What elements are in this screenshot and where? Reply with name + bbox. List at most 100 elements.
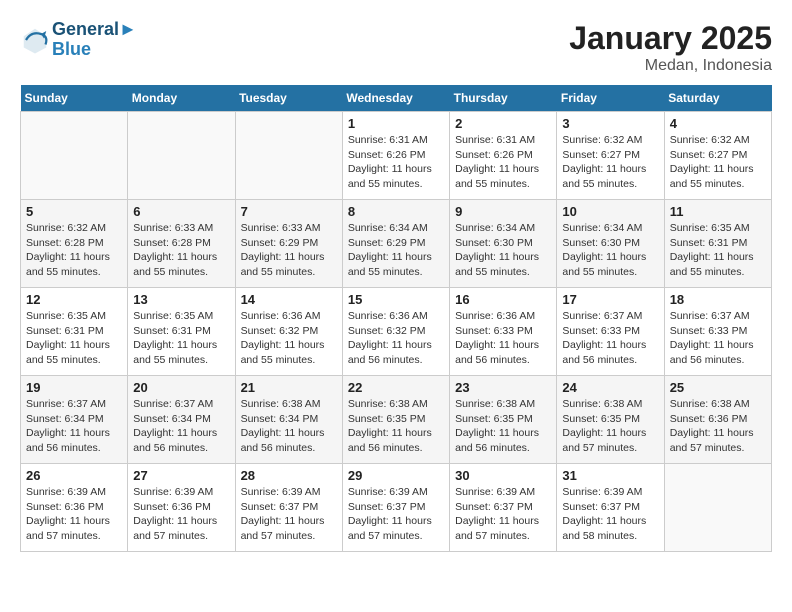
day-num-1-3: 8 (348, 204, 444, 219)
week-row-2: 12 Sunrise: 6:35 AM Sunset: 6:31 PM Dayli… (21, 288, 772, 376)
cell-4-6 (664, 464, 771, 552)
day-info-2-0: Sunrise: 6:35 AM Sunset: 6:31 PM Dayligh… (26, 309, 122, 368)
day-info-3-5: Sunrise: 6:38 AM Sunset: 6:35 PM Dayligh… (562, 397, 658, 456)
day-info-0-6: Sunrise: 6:32 AM Sunset: 6:27 PM Dayligh… (670, 133, 766, 192)
cell-1-1: 6Sunrise: 6:33 AM Sunset: 6:28 PM Daylig… (128, 200, 235, 288)
cell-2-6: 18Sunrise: 6:37 AM Sunset: 6:33 PM Dayli… (664, 288, 771, 376)
cell-4-2: 28 Sunrise: 6:39 AM Sunset: 6:37 PM Dayli… (235, 464, 342, 552)
day-num-3-6: 25 (670, 380, 766, 395)
logo-icon (20, 25, 50, 55)
calendar-table: Sunday Monday Tuesday Wednesday Thursday… (20, 85, 772, 552)
day-num-0-3: 1 (348, 116, 444, 131)
cell-0-4: 2 Sunrise: 6:31 AM Sunset: 6:26 PM Daylig… (450, 112, 557, 200)
weekday-monday: Monday (128, 85, 235, 112)
day-info-3-1: Sunrise: 6:37 AM Sunset: 6:34 PM Dayligh… (133, 397, 229, 456)
day-num-1-6: 11 (670, 204, 766, 219)
day-num-4-2: 28 (241, 468, 337, 483)
day-num-4-0: 26 (26, 468, 122, 483)
day-num-2-3: 15 (348, 292, 444, 307)
cell-2-5: 17Sunrise: 6:37 AM Sunset: 6:33 PM Dayli… (557, 288, 664, 376)
cell-4-3: 29 Sunrise: 6:39 AM Sunset: 6:37 PM Dayli… (342, 464, 449, 552)
cell-0-0 (21, 112, 128, 200)
day-num-1-1: 6 (133, 204, 229, 219)
week-row-1: 5 Sunrise: 6:32 AM Sunset: 6:28 PM Daylig… (21, 200, 772, 288)
week-row-3: 19 Sunrise: 6:37 AM Sunset: 6:34 PM Dayli… (21, 376, 772, 464)
cell-2-0: 12 Sunrise: 6:35 AM Sunset: 6:31 PM Dayli… (21, 288, 128, 376)
day-info-0-5: Sunrise: 6:32 AM Sunset: 6:27 PM Dayligh… (562, 133, 658, 192)
day-info-0-4: Sunrise: 6:31 AM Sunset: 6:26 PM Dayligh… (455, 133, 551, 192)
logo-text: General► Blue (52, 20, 137, 60)
day-num-3-4: 23 (455, 380, 551, 395)
day-num-4-5: 31 (562, 468, 658, 483)
day-info-0-3: Sunrise: 6:31 AM Sunset: 6:26 PM Dayligh… (348, 133, 444, 192)
cell-4-1: 27 Sunrise: 6:39 AM Sunset: 6:36 PM Dayli… (128, 464, 235, 552)
day-info-4-2: Sunrise: 6:39 AM Sunset: 6:37 PM Dayligh… (241, 485, 337, 544)
weekday-thursday: Thursday (450, 85, 557, 112)
cell-4-4: 30 Sunrise: 6:39 AM Sunset: 6:37 PM Dayli… (450, 464, 557, 552)
day-num-0-5: 3 (562, 116, 658, 131)
day-info-1-0: Sunrise: 6:32 AM Sunset: 6:28 PM Dayligh… (26, 221, 122, 280)
day-num-4-4: 30 (455, 468, 551, 483)
day-info-1-6: Sunrise: 6:35 AM Sunset: 6:31 PM Dayligh… (670, 221, 766, 280)
week-row-0: 1 Sunrise: 6:31 AM Sunset: 6:26 PM Daylig… (21, 112, 772, 200)
cell-3-2: 21Sunrise: 6:38 AM Sunset: 6:34 PM Dayli… (235, 376, 342, 464)
week-row-4: 26 Sunrise: 6:39 AM Sunset: 6:36 PM Dayli… (21, 464, 772, 552)
cell-1-0: 5 Sunrise: 6:32 AM Sunset: 6:28 PM Daylig… (21, 200, 128, 288)
day-num-1-0: 5 (26, 204, 122, 219)
cell-1-6: 11 Sunrise: 6:35 AM Sunset: 6:31 PM Dayli… (664, 200, 771, 288)
cell-1-4: 9 Sunrise: 6:34 AM Sunset: 6:30 PM Daylig… (450, 200, 557, 288)
day-num-2-1: 13 (133, 292, 229, 307)
logo: General► Blue (20, 20, 137, 60)
day-num-3-3: 22 (348, 380, 444, 395)
day-num-1-5: 10 (562, 204, 658, 219)
cell-2-2: 14Sunrise: 6:36 AM Sunset: 6:32 PM Dayli… (235, 288, 342, 376)
weekday-tuesday: Tuesday (235, 85, 342, 112)
cell-3-3: 22 Sunrise: 6:38 AM Sunset: 6:35 PM Dayli… (342, 376, 449, 464)
day-info-3-6: Sunrise: 6:38 AM Sunset: 6:36 PM Dayligh… (670, 397, 766, 456)
day-num-3-5: 24 (562, 380, 658, 395)
day-info-2-4: Sunrise: 6:36 AM Sunset: 6:33 PM Dayligh… (455, 309, 551, 368)
day-num-3-1: 20 (133, 380, 229, 395)
cell-4-0: 26 Sunrise: 6:39 AM Sunset: 6:36 PM Dayli… (21, 464, 128, 552)
day-num-4-3: 29 (348, 468, 444, 483)
day-info-1-2: Sunrise: 6:33 AM Sunset: 6:29 PM Dayligh… (241, 221, 337, 280)
day-num-0-4: 2 (455, 116, 551, 131)
page-header: General► Blue January 2025 Medan, Indone… (20, 20, 772, 75)
weekday-saturday: Saturday (664, 85, 771, 112)
day-info-4-0: Sunrise: 6:39 AM Sunset: 6:36 PM Dayligh… (26, 485, 122, 544)
cell-3-5: 24 Sunrise: 6:38 AM Sunset: 6:35 PM Dayli… (557, 376, 664, 464)
day-num-0-6: 4 (670, 116, 766, 131)
day-info-4-4: Sunrise: 6:39 AM Sunset: 6:37 PM Dayligh… (455, 485, 551, 544)
day-num-1-2: 7 (241, 204, 337, 219)
day-info-2-6: Sunrise: 6:37 AM Sunset: 6:33 PM Dayligh… (670, 309, 766, 368)
cell-0-3: 1 Sunrise: 6:31 AM Sunset: 6:26 PM Daylig… (342, 112, 449, 200)
day-num-3-2: 21 (241, 380, 337, 395)
cell-1-3: 8Sunrise: 6:34 AM Sunset: 6:29 PM Daylig… (342, 200, 449, 288)
calendar-body: 1 Sunrise: 6:31 AM Sunset: 6:26 PM Daylig… (21, 112, 772, 552)
day-num-4-1: 27 (133, 468, 229, 483)
title-block: January 2025 Medan, Indonesia (569, 20, 772, 75)
cell-3-6: 25 Sunrise: 6:38 AM Sunset: 6:36 PM Dayli… (664, 376, 771, 464)
day-info-4-3: Sunrise: 6:39 AM Sunset: 6:37 PM Dayligh… (348, 485, 444, 544)
cell-0-1 (128, 112, 235, 200)
cell-2-4: 16Sunrise: 6:36 AM Sunset: 6:33 PM Dayli… (450, 288, 557, 376)
calendar-header: Sunday Monday Tuesday Wednesday Thursday… (21, 85, 772, 112)
cell-0-2 (235, 112, 342, 200)
day-info-1-4: Sunrise: 6:34 AM Sunset: 6:30 PM Dayligh… (455, 221, 551, 280)
day-info-2-3: Sunrise: 6:36 AM Sunset: 6:32 PM Dayligh… (348, 309, 444, 368)
cell-2-3: 15 Sunrise: 6:36 AM Sunset: 6:32 PM Dayli… (342, 288, 449, 376)
day-num-1-4: 9 (455, 204, 551, 219)
cell-3-0: 19Sunrise: 6:37 AM Sunset: 6:34 PM Dayli… (21, 376, 128, 464)
weekday-sunday: Sunday (21, 85, 128, 112)
weekday-wednesday: Wednesday (342, 85, 449, 112)
day-info-4-1: Sunrise: 6:39 AM Sunset: 6:36 PM Dayligh… (133, 485, 229, 544)
cell-1-2: 7 Sunrise: 6:33 AM Sunset: 6:29 PM Daylig… (235, 200, 342, 288)
cell-3-1: 20 Sunrise: 6:37 AM Sunset: 6:34 PM Dayli… (128, 376, 235, 464)
day-num-2-0: 12 (26, 292, 122, 307)
day-info-3-3: Sunrise: 6:38 AM Sunset: 6:35 PM Dayligh… (348, 397, 444, 456)
cell-2-1: 13Sunrise: 6:35 AM Sunset: 6:31 PM Dayli… (128, 288, 235, 376)
day-info-4-5: Sunrise: 6:39 AM Sunset: 6:37 PM Dayligh… (562, 485, 658, 544)
cell-3-4: 23Sunrise: 6:38 AM Sunset: 6:35 PM Dayli… (450, 376, 557, 464)
day-info-2-2: Sunrise: 6:36 AM Sunset: 6:32 PM Dayligh… (241, 309, 337, 368)
day-num-3-0: 19 (26, 380, 122, 395)
